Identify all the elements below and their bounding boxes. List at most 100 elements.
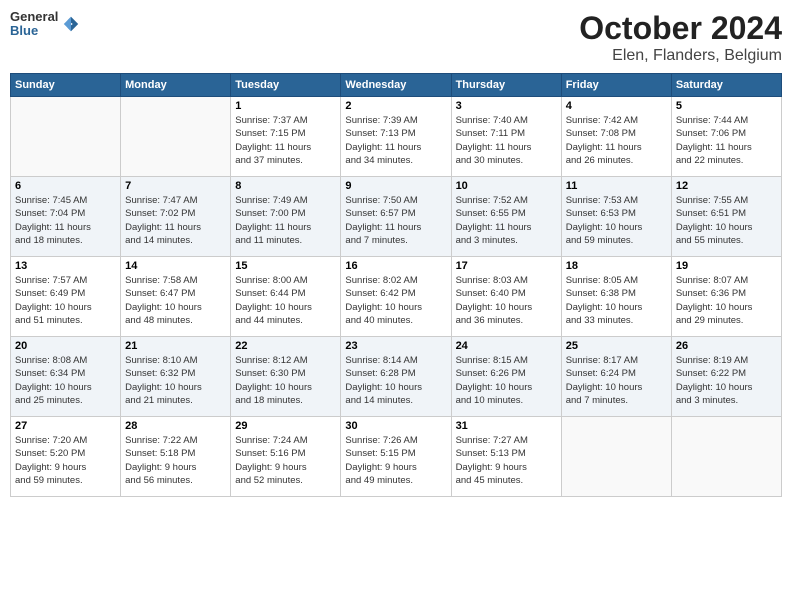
calendar-cell: 15Sunrise: 8:00 AM Sunset: 6:44 PM Dayli… [231, 257, 341, 337]
day-number: 14 [125, 260, 226, 272]
calendar-cell [121, 97, 231, 177]
calendar-cell: 16 Sunrise: 8:02 AM Sunset: 6:42 PM Dayli… [341, 257, 451, 337]
page-title: October 2024 [579, 10, 782, 47]
calendar-cell: 20 Sunrise: 8:08 AM Sunset: 6:34 PM Dayli… [11, 337, 121, 417]
logo-icon [62, 15, 80, 33]
calendar-cell: 18 Sunrise: 8:05 AM Sunset: 6:38 PM Dayli… [561, 257, 671, 337]
day-detail: Sunrise: 7:45 AM Sunset: 7:04 PM Dayligh… [15, 194, 116, 247]
calendar-week-row: 27 Sunrise: 7:20 AM Sunset: 5:20 PM Dayli… [11, 417, 782, 497]
day-number: 18 [566, 260, 667, 272]
day-number: 17 [456, 260, 557, 272]
calendar-cell: 17 Sunrise: 8:03 AM Sunset: 6:40 PM Dayli… [451, 257, 561, 337]
calendar-cell: 7Sunrise: 7:47 AM Sunset: 7:02 PM Daylig… [121, 177, 231, 257]
calendar-cell: 29 Sunrise: 7:24 AM Sunset: 5:16 PM Dayli… [231, 417, 341, 497]
day-detail: Sunrise: 7:50 AM Sunset: 6:57 PM Dayligh… [345, 194, 446, 247]
weekday-header: Saturday [671, 74, 781, 97]
calendar-week-row: 20 Sunrise: 8:08 AM Sunset: 6:34 PM Dayli… [11, 337, 782, 417]
calendar-week-row: 1 Sunrise: 7:37 AM Sunset: 7:15 PM Daylig… [11, 97, 782, 177]
day-detail: Sunrise: 7:24 AM Sunset: 5:16 PM Dayligh… [235, 434, 336, 487]
day-detail: Sunrise: 7:55 AM Sunset: 6:51 PM Dayligh… [676, 194, 777, 247]
calendar-cell: 28 Sunrise: 7:22 AM Sunset: 5:18 PM Dayli… [121, 417, 231, 497]
calendar-cell: 27 Sunrise: 7:20 AM Sunset: 5:20 PM Dayli… [11, 417, 121, 497]
calendar-cell [561, 417, 671, 497]
calendar-cell: 12 Sunrise: 7:55 AM Sunset: 6:51 PM Dayli… [671, 177, 781, 257]
calendar-cell: 22Sunrise: 8:12 AM Sunset: 6:30 PM Dayli… [231, 337, 341, 417]
calendar-cell: 1 Sunrise: 7:37 AM Sunset: 7:15 PM Daylig… [231, 97, 341, 177]
day-detail: Sunrise: 7:27 AM Sunset: 5:13 PM Dayligh… [456, 434, 557, 487]
calendar-cell: 6 Sunrise: 7:45 AM Sunset: 7:04 PM Daylig… [11, 177, 121, 257]
calendar-cell: 5Sunrise: 7:44 AM Sunset: 7:06 PM Daylig… [671, 97, 781, 177]
calendar-cell: 10Sunrise: 7:52 AM Sunset: 6:55 PM Dayli… [451, 177, 561, 257]
calendar-cell: 8 Sunrise: 7:49 AM Sunset: 7:00 PM Daylig… [231, 177, 341, 257]
day-detail: Sunrise: 7:53 AM Sunset: 6:53 PM Dayligh… [566, 194, 667, 247]
calendar-cell: 31 Sunrise: 7:27 AM Sunset: 5:13 PM Dayli… [451, 417, 561, 497]
day-number: 12 [676, 180, 777, 192]
day-detail: Sunrise: 7:22 AM Sunset: 5:18 PM Dayligh… [125, 434, 226, 487]
day-detail: Sunrise: 8:12 AM Sunset: 6:30 PM Dayligh… [235, 354, 336, 407]
calendar-cell: 26 Sunrise: 8:19 AM Sunset: 6:22 PM Dayli… [671, 337, 781, 417]
page-subtitle: Elen, Flanders, Belgium [579, 47, 782, 65]
calendar-cell: 2Sunrise: 7:39 AM Sunset: 7:13 PM Daylig… [341, 97, 451, 177]
day-number: 8 [235, 180, 336, 192]
day-number: 11 [566, 180, 667, 192]
day-detail: Sunrise: 8:02 AM Sunset: 6:42 PM Dayligh… [345, 274, 446, 327]
weekday-header: Wednesday [341, 74, 451, 97]
day-detail: Sunrise: 7:26 AM Sunset: 5:15 PM Dayligh… [345, 434, 446, 487]
day-number: 26 [676, 340, 777, 352]
day-detail: Sunrise: 8:10 AM Sunset: 6:32 PM Dayligh… [125, 354, 226, 407]
day-detail: Sunrise: 7:52 AM Sunset: 6:55 PM Dayligh… [456, 194, 557, 247]
day-detail: Sunrise: 7:37 AM Sunset: 7:15 PM Dayligh… [235, 114, 336, 167]
day-number: 29 [235, 420, 336, 432]
calendar-cell [11, 97, 121, 177]
day-number: 25 [566, 340, 667, 352]
day-detail: Sunrise: 7:42 AM Sunset: 7:08 PM Dayligh… [566, 114, 667, 167]
day-number: 28 [125, 420, 226, 432]
day-detail: Sunrise: 8:08 AM Sunset: 6:34 PM Dayligh… [15, 354, 116, 407]
calendar-cell [671, 417, 781, 497]
calendar-cell: 23Sunrise: 8:14 AM Sunset: 6:28 PM Dayli… [341, 337, 451, 417]
calendar-header-row: SundayMondayTuesdayWednesdayThursdayFrid… [11, 74, 782, 97]
day-number: 7 [125, 180, 226, 192]
weekday-header: Thursday [451, 74, 561, 97]
day-detail: Sunrise: 8:14 AM Sunset: 6:28 PM Dayligh… [345, 354, 446, 407]
day-detail: Sunrise: 7:40 AM Sunset: 7:11 PM Dayligh… [456, 114, 557, 167]
logo: General Blue [10, 10, 80, 39]
calendar-cell: 30 Sunrise: 7:26 AM Sunset: 5:15 PM Dayli… [341, 417, 451, 497]
calendar-cell: 24Sunrise: 8:15 AM Sunset: 6:26 PM Dayli… [451, 337, 561, 417]
day-number: 1 [235, 100, 336, 112]
day-detail: Sunrise: 7:57 AM Sunset: 6:49 PM Dayligh… [15, 274, 116, 327]
day-number: 5 [676, 100, 777, 112]
calendar: SundayMondayTuesdayWednesdayThursdayFrid… [10, 73, 782, 497]
calendar-cell: 9Sunrise: 7:50 AM Sunset: 6:57 PM Daylig… [341, 177, 451, 257]
calendar-cell: 25 Sunrise: 8:17 AM Sunset: 6:24 PM Dayli… [561, 337, 671, 417]
calendar-cell: 4 Sunrise: 7:42 AM Sunset: 7:08 PM Daylig… [561, 97, 671, 177]
calendar-cell: 14Sunrise: 7:58 AM Sunset: 6:47 PM Dayli… [121, 257, 231, 337]
day-detail: Sunrise: 8:19 AM Sunset: 6:22 PM Dayligh… [676, 354, 777, 407]
day-number: 4 [566, 100, 667, 112]
day-number: 3 [456, 100, 557, 112]
calendar-cell: 19Sunrise: 8:07 AM Sunset: 6:36 PM Dayli… [671, 257, 781, 337]
day-number: 2 [345, 100, 446, 112]
day-detail: Sunrise: 8:17 AM Sunset: 6:24 PM Dayligh… [566, 354, 667, 407]
day-number: 20 [15, 340, 116, 352]
day-detail: Sunrise: 8:03 AM Sunset: 6:40 PM Dayligh… [456, 274, 557, 327]
day-detail: Sunrise: 8:00 AM Sunset: 6:44 PM Dayligh… [235, 274, 336, 327]
day-number: 6 [15, 180, 116, 192]
weekday-header: Tuesday [231, 74, 341, 97]
day-number: 24 [456, 340, 557, 352]
day-number: 16 [345, 260, 446, 272]
day-number: 31 [456, 420, 557, 432]
calendar-cell: 21 Sunrise: 8:10 AM Sunset: 6:32 PM Dayli… [121, 337, 231, 417]
day-number: 27 [15, 420, 116, 432]
day-detail: Sunrise: 7:49 AM Sunset: 7:00 PM Dayligh… [235, 194, 336, 247]
logo-text: General Blue [10, 10, 58, 39]
weekday-header: Monday [121, 74, 231, 97]
logo-line2: Blue [10, 24, 58, 38]
day-number: 30 [345, 420, 446, 432]
day-detail: Sunrise: 8:05 AM Sunset: 6:38 PM Dayligh… [566, 274, 667, 327]
day-number: 21 [125, 340, 226, 352]
day-detail: Sunrise: 7:20 AM Sunset: 5:20 PM Dayligh… [15, 434, 116, 487]
day-number: 19 [676, 260, 777, 272]
calendar-cell: 11 Sunrise: 7:53 AM Sunset: 6:53 PM Dayli… [561, 177, 671, 257]
calendar-cell: 3 Sunrise: 7:40 AM Sunset: 7:11 PM Daylig… [451, 97, 561, 177]
